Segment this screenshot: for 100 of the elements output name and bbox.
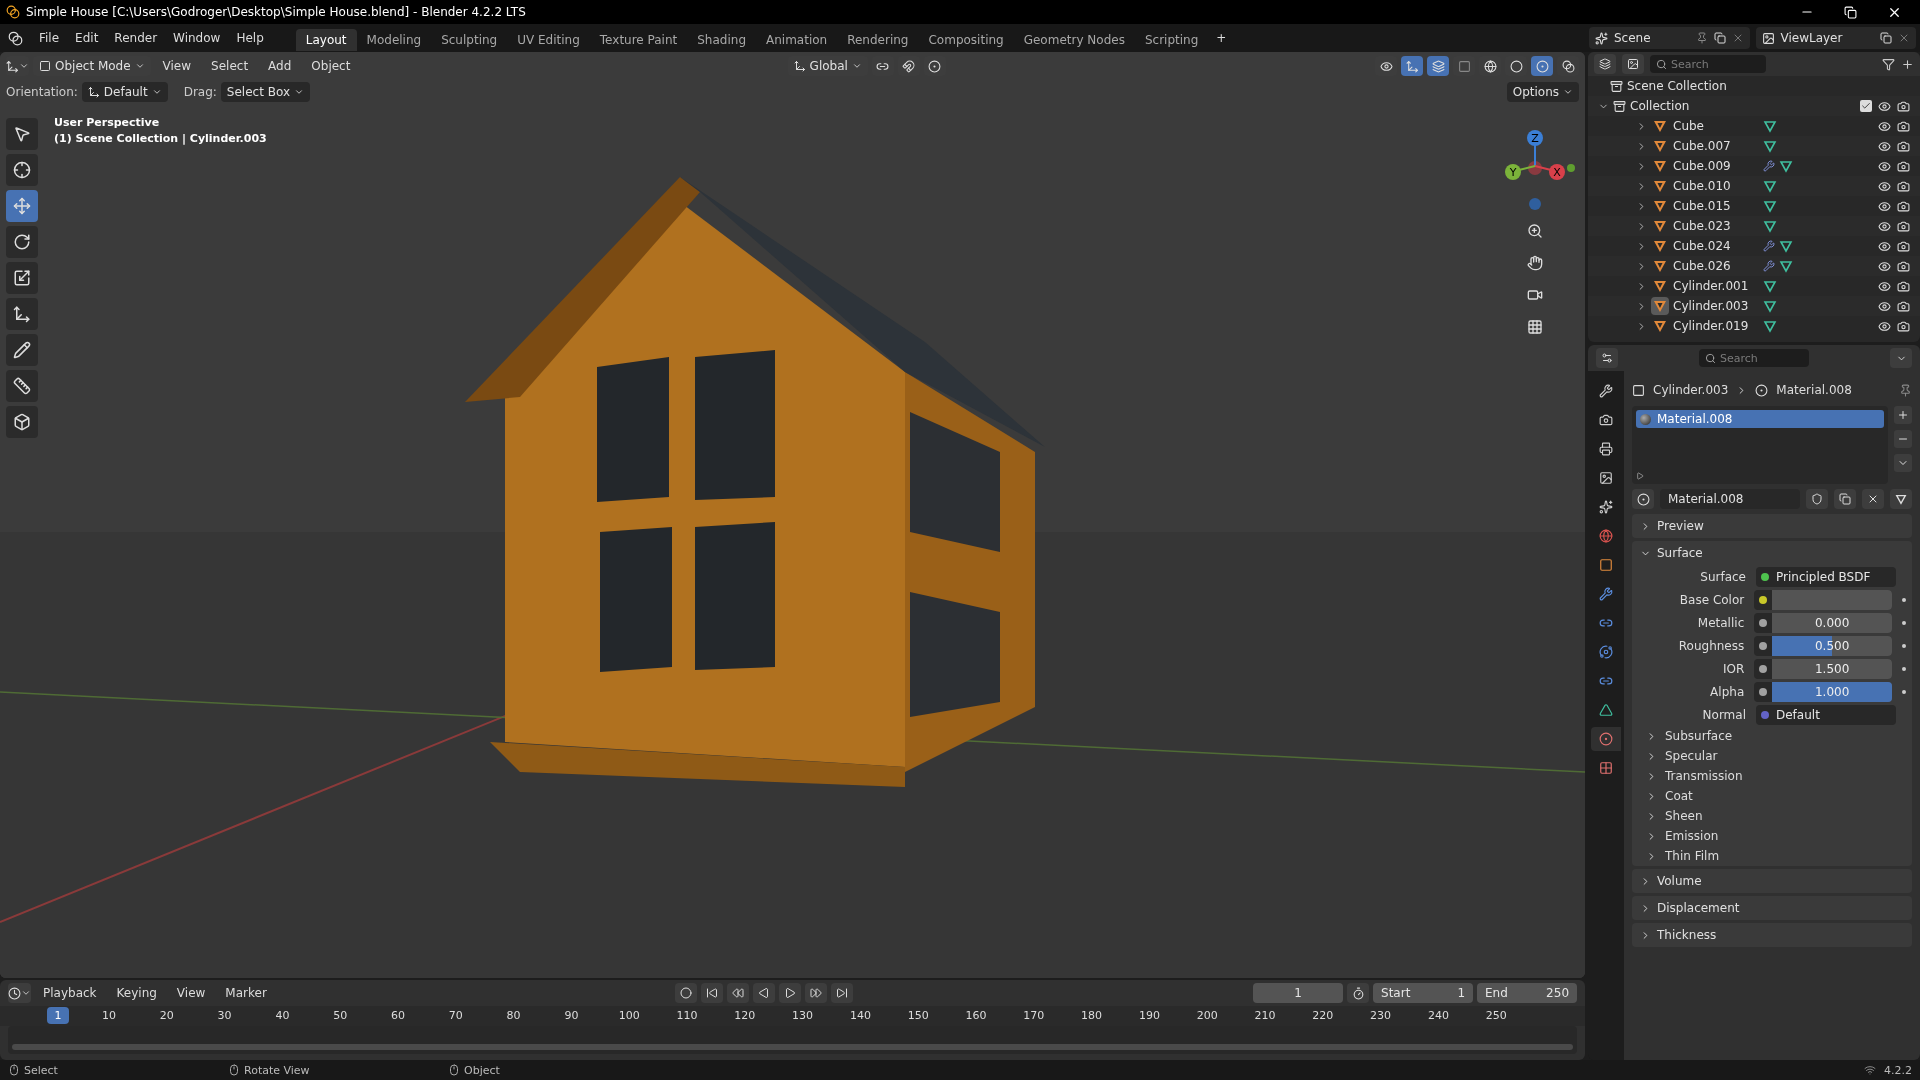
menu-item[interactable]: Keying bbox=[108, 983, 165, 1003]
window-title: Simple House [C:\Users\Godroger\Desktop\Simple House.blend] - Blender 4.2.2 LTS bbox=[26, 5, 526, 19]
frame-number: 210 bbox=[1254, 1009, 1276, 1022]
workspace-tab[interactable]: Sculpting bbox=[431, 29, 508, 51]
frame-number: 170 bbox=[1023, 1009, 1045, 1022]
options-dropdown[interactable]: Options bbox=[1506, 82, 1579, 102]
frame-number: 200 bbox=[1196, 1009, 1218, 1022]
frame-number: 140 bbox=[849, 1009, 871, 1022]
value-slider[interactable]: 1.500 bbox=[1772, 658, 1893, 679]
outliner-item[interactable]: Cylinder.001 bbox=[1588, 276, 1920, 296]
value-slider[interactable]: 1.000 bbox=[1772, 681, 1893, 702]
workspace-tab[interactable]: Rendering bbox=[837, 29, 919, 51]
subpanel-header[interactable]: Coat bbox=[1632, 786, 1912, 806]
status-hint: Select bbox=[24, 1063, 58, 1077]
axis-label: Y bbox=[1509, 166, 1517, 179]
orientation-dropdown[interactable]: Default bbox=[81, 82, 168, 102]
frame-number: 230 bbox=[1370, 1009, 1392, 1022]
workspace-tab[interactable]: Geometry Nodes bbox=[1013, 29, 1135, 51]
workspace-tab[interactable]: Shading bbox=[687, 29, 756, 51]
start-frame-field[interactable]: Start 1 bbox=[1373, 983, 1473, 1003]
value-slider[interactable]: 0.000 bbox=[1772, 612, 1893, 633]
end-frame-field[interactable]: End 250 bbox=[1477, 983, 1577, 1003]
current-frame-marker[interactable]: 1 bbox=[47, 1007, 69, 1024]
menu-item[interactable]: View bbox=[168, 983, 214, 1003]
frame-number: 10 bbox=[102, 1009, 116, 1022]
search-field[interactable]: Search bbox=[1699, 349, 1809, 367]
material-slot[interactable]: Material.008 bbox=[1636, 410, 1884, 428]
frame-number: 160 bbox=[965, 1009, 987, 1022]
workspace-tab[interactable]: Texture Paint bbox=[589, 29, 688, 51]
menu-item[interactable]: Help bbox=[228, 28, 272, 48]
menu-item[interactable]: View bbox=[154, 56, 200, 76]
view-layer-selector[interactable]: ViewLayer bbox=[1755, 27, 1916, 49]
menu-item[interactable]: Select bbox=[203, 56, 257, 76]
frame-number: 220 bbox=[1312, 1009, 1334, 1022]
outliner-item[interactable]: Cube.009 bbox=[1588, 156, 1920, 176]
workspace-tab[interactable]: Animation bbox=[756, 29, 838, 51]
panel-header[interactable]: Volume bbox=[1632, 869, 1912, 893]
search-field[interactable]: Search bbox=[1650, 55, 1766, 73]
viewport-info-text: (1) Scene Collection | Cylinder.003 bbox=[54, 132, 267, 145]
workspace-tab[interactable]: Scripting bbox=[1134, 29, 1209, 51]
axis-label: Z bbox=[1531, 132, 1539, 145]
workspace-tab[interactable]: Modeling bbox=[356, 29, 432, 51]
panel-header[interactable]: Displacement bbox=[1632, 896, 1912, 920]
menu-item[interactable]: Render bbox=[106, 28, 166, 48]
axis-label: X bbox=[1553, 166, 1561, 179]
menu-item[interactable]: Playback bbox=[35, 983, 105, 1003]
drag-dropdown[interactable]: Select Box bbox=[220, 82, 310, 102]
subpanel-header[interactable]: Subsurface bbox=[1632, 726, 1912, 746]
frame-number: 130 bbox=[792, 1009, 814, 1022]
subpanel-header[interactable]: Thin Film bbox=[1632, 846, 1912, 866]
menu-item[interactable]: Edit bbox=[67, 28, 107, 48]
current-frame-field[interactable]: 1 bbox=[1253, 983, 1343, 1003]
status-hint: Rotate View bbox=[244, 1063, 310, 1077]
frame-number: 20 bbox=[159, 1009, 174, 1022]
field-label: Normal bbox=[1701, 707, 1747, 722]
frame-number: 190 bbox=[1138, 1009, 1160, 1022]
panel-header[interactable]: Preview bbox=[1632, 514, 1912, 538]
outliner-item[interactable]: Cylinder.019 bbox=[1588, 316, 1920, 336]
field-label: Surface bbox=[1699, 569, 1747, 584]
material-name-field[interactable]: Material.008 bbox=[1660, 489, 1800, 509]
outliner-item[interactable]: Cube.024 bbox=[1588, 236, 1920, 256]
subpanel-header[interactable]: Transmission bbox=[1632, 766, 1912, 786]
frame-number: 100 bbox=[618, 1009, 640, 1022]
menu-item[interactable]: Window bbox=[165, 28, 229, 48]
scene-selector[interactable]: Scene bbox=[1589, 27, 1750, 49]
subpanel-header[interactable]: Sheen bbox=[1632, 806, 1912, 826]
drag-label: Drag: bbox=[183, 85, 217, 99]
orientation-label: Orientation: bbox=[6, 85, 78, 99]
frame-number: 70 bbox=[448, 1009, 463, 1022]
field-label: Base Color bbox=[1678, 592, 1746, 607]
breadcrumb-item: Material.008 bbox=[1776, 383, 1852, 397]
add-workspace-button[interactable]: + bbox=[1208, 28, 1235, 48]
frame-number: 240 bbox=[1427, 1009, 1449, 1022]
workspace-tab[interactable]: Layout bbox=[295, 29, 357, 51]
frame-number: 80 bbox=[506, 1009, 521, 1022]
value-slider[interactable]: 0.500 bbox=[1772, 635, 1893, 656]
outliner-item[interactable]: Cube.015 bbox=[1588, 196, 1920, 216]
subpanel-header[interactable]: Emission bbox=[1632, 826, 1912, 846]
outliner-item[interactable]: Scene Collection bbox=[1588, 76, 1920, 96]
frame-number: 180 bbox=[1081, 1009, 1103, 1022]
menu-item[interactable]: Marker bbox=[217, 983, 275, 1003]
version-text: 4.2.2 bbox=[1884, 1063, 1912, 1077]
frame-number: 120 bbox=[734, 1009, 756, 1022]
breadcrumb-item: Cylinder.003 bbox=[1653, 383, 1729, 397]
frame-number: 60 bbox=[391, 1009, 405, 1022]
workspace-tab[interactable]: UV Editing bbox=[507, 29, 590, 51]
frame-number: 30 bbox=[217, 1009, 232, 1022]
field-label: IOR bbox=[1721, 661, 1746, 676]
workspace-tab[interactable]: Compositing bbox=[918, 29, 1014, 51]
field-label: Metallic bbox=[1696, 615, 1746, 630]
menu-item[interactable]: Object bbox=[303, 56, 359, 76]
menu-item[interactable]: File bbox=[31, 28, 68, 48]
panel-header[interactable]: Surface bbox=[1632, 541, 1912, 565]
field-label: Alpha bbox=[1709, 684, 1746, 699]
frame-number: 150 bbox=[907, 1009, 929, 1022]
subpanel-header[interactable]: Specular bbox=[1632, 746, 1912, 766]
panel-header[interactable]: Thickness bbox=[1632, 923, 1912, 947]
menu-item[interactable]: Add bbox=[260, 56, 300, 76]
frame-number: 90 bbox=[564, 1009, 579, 1022]
outliner-item[interactable]: Cube bbox=[1588, 116, 1920, 136]
